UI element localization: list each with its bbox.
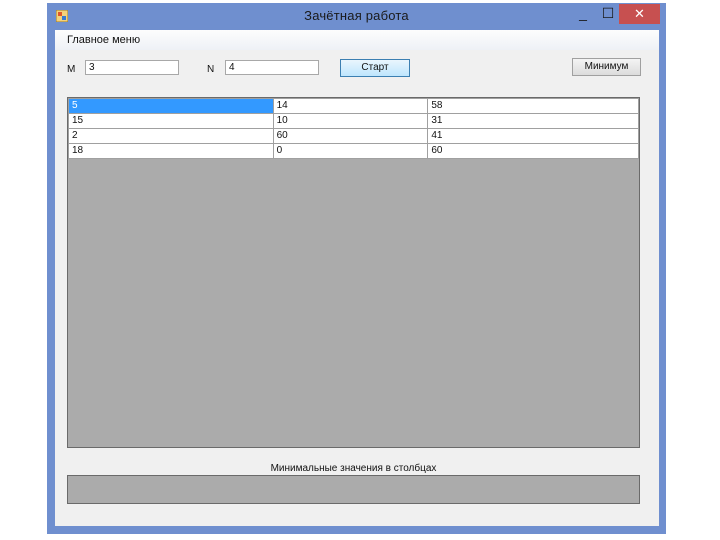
menu-item-main[interactable]: Главное меню — [67, 34, 140, 46]
client-area: Главное меню M 3 N 4 Старт Минимум 5 14 … — [55, 30, 659, 526]
grid-cell[interactable]: 60 — [272, 128, 429, 144]
grid-cell[interactable]: 10 — [272, 113, 429, 129]
data-grid[interactable]: 5 14 58 15 10 31 2 60 41 18 0 60 — [67, 97, 640, 448]
grid-cell[interactable]: 31 — [427, 113, 639, 129]
grid-cell[interactable]: 60 — [427, 143, 639, 159]
grid-table: 5 14 58 15 10 31 2 60 41 18 0 60 — [68, 98, 639, 159]
app-window: Зачётная работа _ ☐ ✕ Главное меню M 3 N… — [47, 3, 666, 534]
m-label: M — [67, 64, 76, 75]
result-caption: Минимальные значения в столбцах — [270, 463, 437, 474]
grid-cell[interactable]: 14 — [272, 98, 429, 114]
grid-cell[interactable]: 58 — [427, 98, 639, 114]
m-input[interactable]: 3 — [85, 60, 179, 75]
minimize-button[interactable]: _ — [569, 4, 597, 24]
grid-cell[interactable]: 5 — [68, 98, 274, 114]
table-row: 2 60 41 — [68, 128, 639, 144]
grid-cell[interactable]: 41 — [427, 128, 639, 144]
table-row: 18 0 60 — [68, 143, 639, 159]
grid-cell[interactable]: 18 — [68, 143, 274, 159]
n-input[interactable]: 4 — [225, 60, 319, 75]
grid-cell[interactable]: 15 — [68, 113, 274, 129]
grid-cell[interactable]: 0 — [272, 143, 429, 159]
grid-cell[interactable]: 2 — [68, 128, 274, 144]
result-grid[interactable] — [67, 475, 640, 504]
start-button[interactable]: Старт — [340, 59, 410, 77]
menu-bar: Главное меню — [55, 30, 659, 50]
maximize-button[interactable]: ☐ — [594, 4, 622, 24]
n-label: N — [207, 64, 215, 75]
table-row: 5 14 58 — [68, 98, 639, 114]
table-row: 15 10 31 — [68, 113, 639, 129]
close-button[interactable]: ✕ — [619, 4, 660, 24]
minimum-button[interactable]: Минимум — [572, 58, 641, 76]
title-bar[interactable]: Зачётная работа _ ☐ ✕ — [47, 3, 666, 30]
